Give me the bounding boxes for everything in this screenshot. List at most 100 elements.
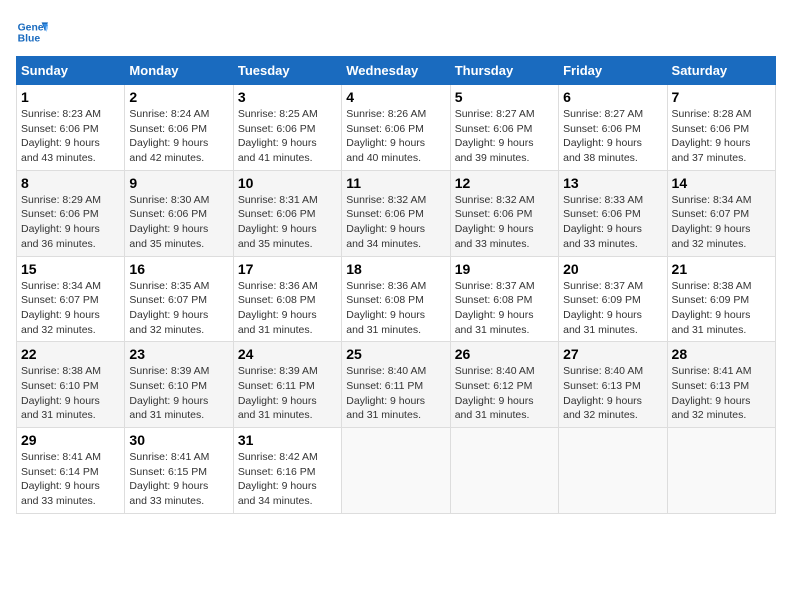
day-cell xyxy=(559,428,667,514)
day-cell: 28Sunrise: 8:41 AM Sunset: 6:13 PM Dayli… xyxy=(667,342,775,428)
day-cell: 18 Sunrise: 8:36 AM Sunset: 6:08 PM Dayli… xyxy=(342,256,450,342)
day-number: 14 xyxy=(672,175,771,191)
svg-text:Blue: Blue xyxy=(18,34,41,45)
day-number: 30 xyxy=(129,432,228,448)
day-info: Sunrise: 8:33 AM Sunset: 6:06 PM Dayligh… xyxy=(563,193,662,252)
day-cell: 15 Sunrise: 8:34 AM Sunset: 6:07 PM Dayli… xyxy=(17,256,125,342)
day-cell: 17Sunrise: 8:36 AM Sunset: 6:08 PM Dayli… xyxy=(233,256,341,342)
day-info: Sunrise: 8:42 AM Sunset: 6:16 PM Dayligh… xyxy=(238,450,337,509)
day-info: Sunrise: 8:25 AM Sunset: 6:06 PM Dayligh… xyxy=(238,107,337,166)
day-number: 29 xyxy=(21,432,120,448)
header-tuesday: Tuesday xyxy=(233,57,341,85)
header-friday: Friday xyxy=(559,57,667,85)
day-cell: 19 Sunrise: 8:37 AM Sunset: 6:08 PM Dayli… xyxy=(450,256,558,342)
day-info: Sunrise: 8:40 AM Sunset: 6:11 PM Dayligh… xyxy=(346,364,445,423)
day-cell: 24 Sunrise: 8:39 AM Sunset: 6:11 PM Dayli… xyxy=(233,342,341,428)
day-info: Sunrise: 8:38 AM Sunset: 6:09 PM Dayligh… xyxy=(672,279,771,338)
day-cell: 14 Sunrise: 8:34 AM Sunset: 6:07 PM Dayli… xyxy=(667,170,775,256)
day-cell: 26 Sunrise: 8:40 AM Sunset: 6:12 PM Dayli… xyxy=(450,342,558,428)
day-cell: 2Sunrise: 8:24 AM Sunset: 6:06 PM Daylig… xyxy=(125,85,233,171)
header-row: SundayMondayTuesdayWednesdayThursdayFrid… xyxy=(17,57,776,85)
day-cell: 6 Sunrise: 8:27 AM Sunset: 6:06 PM Daylig… xyxy=(559,85,667,171)
header-thursday: Thursday xyxy=(450,57,558,85)
day-info: Sunrise: 8:36 AM Sunset: 6:08 PM Dayligh… xyxy=(346,279,445,338)
day-info: Sunrise: 8:37 AM Sunset: 6:09 PM Dayligh… xyxy=(563,279,662,338)
day-info: Sunrise: 8:27 AM Sunset: 6:06 PM Dayligh… xyxy=(563,107,662,166)
header-wednesday: Wednesday xyxy=(342,57,450,85)
day-number: 27 xyxy=(563,346,662,362)
day-number: 10 xyxy=(238,175,337,191)
day-number: 7 xyxy=(672,89,771,105)
day-cell xyxy=(342,428,450,514)
day-number: 16 xyxy=(129,261,228,277)
day-number: 23 xyxy=(129,346,228,362)
day-info: Sunrise: 8:31 AM Sunset: 6:06 PM Dayligh… xyxy=(238,193,337,252)
day-info: Sunrise: 8:35 AM Sunset: 6:07 PM Dayligh… xyxy=(129,279,228,338)
week-row-2: 8Sunrise: 8:29 AM Sunset: 6:06 PM Daylig… xyxy=(17,170,776,256)
day-number: 1 xyxy=(21,89,120,105)
day-info: Sunrise: 8:27 AM Sunset: 6:06 PM Dayligh… xyxy=(455,107,554,166)
day-number: 21 xyxy=(672,261,771,277)
day-info: Sunrise: 8:26 AM Sunset: 6:06 PM Dayligh… xyxy=(346,107,445,166)
day-info: Sunrise: 8:32 AM Sunset: 6:06 PM Dayligh… xyxy=(346,193,445,252)
day-number: 19 xyxy=(455,261,554,277)
day-cell: 11Sunrise: 8:32 AM Sunset: 6:06 PM Dayli… xyxy=(342,170,450,256)
day-number: 22 xyxy=(21,346,120,362)
day-info: Sunrise: 8:39 AM Sunset: 6:10 PM Dayligh… xyxy=(129,364,228,423)
day-info: Sunrise: 8:29 AM Sunset: 6:06 PM Dayligh… xyxy=(21,193,120,252)
week-row-3: 15 Sunrise: 8:34 AM Sunset: 6:07 PM Dayli… xyxy=(17,256,776,342)
day-info: Sunrise: 8:34 AM Sunset: 6:07 PM Dayligh… xyxy=(21,279,120,338)
day-cell xyxy=(667,428,775,514)
day-cell: 13 Sunrise: 8:33 AM Sunset: 6:06 PM Dayli… xyxy=(559,170,667,256)
day-cell: 29 Sunrise: 8:41 AM Sunset: 6:14 PM Dayli… xyxy=(17,428,125,514)
day-cell: 1 Sunrise: 8:23 AM Sunset: 6:06 PM Daylig… xyxy=(17,85,125,171)
day-number: 6 xyxy=(563,89,662,105)
day-cell: 30Sunrise: 8:41 AM Sunset: 6:15 PM Dayli… xyxy=(125,428,233,514)
logo-icon: General Blue xyxy=(16,16,48,48)
day-cell: 25 Sunrise: 8:40 AM Sunset: 6:11 PM Dayli… xyxy=(342,342,450,428)
day-info: Sunrise: 8:30 AM Sunset: 6:06 PM Dayligh… xyxy=(129,193,228,252)
day-number: 2 xyxy=(129,89,228,105)
day-number: 26 xyxy=(455,346,554,362)
day-info: Sunrise: 8:37 AM Sunset: 6:08 PM Dayligh… xyxy=(455,279,554,338)
day-number: 15 xyxy=(21,261,120,277)
day-info: Sunrise: 8:40 AM Sunset: 6:13 PM Dayligh… xyxy=(563,364,662,423)
day-info: Sunrise: 8:38 AM Sunset: 6:10 PM Dayligh… xyxy=(21,364,120,423)
week-row-4: 22 Sunrise: 8:38 AM Sunset: 6:10 PM Dayli… xyxy=(17,342,776,428)
day-cell: 5Sunrise: 8:27 AM Sunset: 6:06 PM Daylig… xyxy=(450,85,558,171)
day-number: 25 xyxy=(346,346,445,362)
day-info: Sunrise: 8:34 AM Sunset: 6:07 PM Dayligh… xyxy=(672,193,771,252)
page-header: General Blue xyxy=(16,16,776,48)
header-sunday: Sunday xyxy=(17,57,125,85)
header-monday: Monday xyxy=(125,57,233,85)
day-number: 24 xyxy=(238,346,337,362)
header-saturday: Saturday xyxy=(667,57,775,85)
week-row-5: 29 Sunrise: 8:41 AM Sunset: 6:14 PM Dayli… xyxy=(17,428,776,514)
day-cell: 4 Sunrise: 8:26 AM Sunset: 6:06 PM Daylig… xyxy=(342,85,450,171)
day-number: 18 xyxy=(346,261,445,277)
day-info: Sunrise: 8:23 AM Sunset: 6:06 PM Dayligh… xyxy=(21,107,120,166)
day-number: 20 xyxy=(563,261,662,277)
day-number: 28 xyxy=(672,346,771,362)
day-info: Sunrise: 8:40 AM Sunset: 6:12 PM Dayligh… xyxy=(455,364,554,423)
day-number: 31 xyxy=(238,432,337,448)
day-cell: 20 Sunrise: 8:37 AM Sunset: 6:09 PM Dayli… xyxy=(559,256,667,342)
day-info: Sunrise: 8:39 AM Sunset: 6:11 PM Dayligh… xyxy=(238,364,337,423)
day-cell xyxy=(450,428,558,514)
day-info: Sunrise: 8:28 AM Sunset: 6:06 PM Dayligh… xyxy=(672,107,771,166)
day-number: 17 xyxy=(238,261,337,277)
day-number: 13 xyxy=(563,175,662,191)
day-cell: 31 Sunrise: 8:42 AM Sunset: 6:16 PM Dayli… xyxy=(233,428,341,514)
day-number: 4 xyxy=(346,89,445,105)
day-cell: 23 Sunrise: 8:39 AM Sunset: 6:10 PM Dayli… xyxy=(125,342,233,428)
day-info: Sunrise: 8:41 AM Sunset: 6:14 PM Dayligh… xyxy=(21,450,120,509)
day-number: 12 xyxy=(455,175,554,191)
day-cell: 21 Sunrise: 8:38 AM Sunset: 6:09 PM Dayli… xyxy=(667,256,775,342)
day-number: 9 xyxy=(129,175,228,191)
day-cell: 22 Sunrise: 8:38 AM Sunset: 6:10 PM Dayli… xyxy=(17,342,125,428)
day-cell: 10 Sunrise: 8:31 AM Sunset: 6:06 PM Dayli… xyxy=(233,170,341,256)
day-cell: 8Sunrise: 8:29 AM Sunset: 6:06 PM Daylig… xyxy=(17,170,125,256)
calendar-table: SundayMondayTuesdayWednesdayThursdayFrid… xyxy=(16,56,776,514)
logo: General Blue xyxy=(16,16,52,48)
day-cell: 12Sunrise: 8:32 AM Sunset: 6:06 PM Dayli… xyxy=(450,170,558,256)
